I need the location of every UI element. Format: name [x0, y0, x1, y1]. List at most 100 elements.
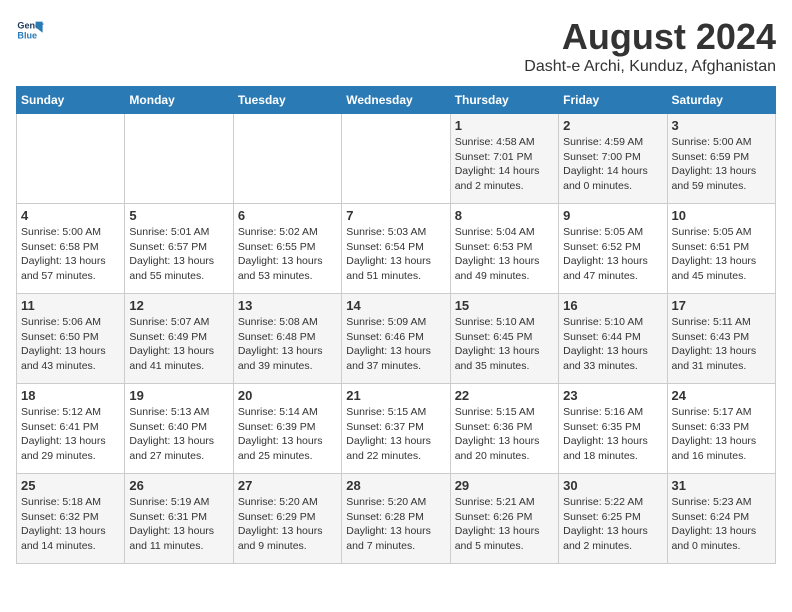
calendar-cell: 28 Sunrise: 5:20 AM Sunset: 6:28 PM Dayli… [342, 474, 450, 564]
day-number: 2 [563, 118, 662, 133]
page-title: August 2024 [524, 16, 776, 58]
day-info: Sunrise: 5:10 AM Sunset: 6:44 PM Dayligh… [563, 315, 662, 374]
day-number: 9 [563, 208, 662, 223]
calendar-cell: 21 Sunrise: 5:15 AM Sunset: 6:37 PM Dayli… [342, 384, 450, 474]
day-info: Sunrise: 5:01 AM Sunset: 6:57 PM Dayligh… [129, 225, 228, 284]
day-number: 18 [21, 388, 120, 403]
day-number: 4 [21, 208, 120, 223]
day-info: Sunrise: 5:08 AM Sunset: 6:48 PM Dayligh… [238, 315, 337, 374]
calendar-cell: 3 Sunrise: 5:00 AM Sunset: 6:59 PM Daylig… [667, 114, 775, 204]
day-number: 15 [455, 298, 554, 313]
day-number: 20 [238, 388, 337, 403]
calendar-cell: 17 Sunrise: 5:11 AM Sunset: 6:43 PM Dayli… [667, 294, 775, 384]
calendar-cell [342, 114, 450, 204]
calendar-header-row: SundayMondayTuesdayWednesdayThursdayFrid… [17, 87, 776, 114]
day-info: Sunrise: 5:20 AM Sunset: 6:28 PM Dayligh… [346, 495, 445, 554]
day-number: 26 [129, 478, 228, 493]
day-number: 28 [346, 478, 445, 493]
day-info: Sunrise: 5:05 AM Sunset: 6:52 PM Dayligh… [563, 225, 662, 284]
day-info: Sunrise: 5:10 AM Sunset: 6:45 PM Dayligh… [455, 315, 554, 374]
calendar-cell: 10 Sunrise: 5:05 AM Sunset: 6:51 PM Dayli… [667, 204, 775, 294]
day-info: Sunrise: 5:00 AM Sunset: 6:59 PM Dayligh… [672, 135, 771, 194]
calendar-cell: 14Sunrise: 5:09 AM Sunset: 6:46 PM Dayli… [342, 294, 450, 384]
day-number: 6 [238, 208, 337, 223]
calendar-cell: 19 Sunrise: 5:13 AM Sunset: 6:40 PM Dayli… [125, 384, 233, 474]
day-number: 5 [129, 208, 228, 223]
day-number: 10 [672, 208, 771, 223]
day-number: 19 [129, 388, 228, 403]
day-number: 24 [672, 388, 771, 403]
day-info: Sunrise: 5:06 AM Sunset: 6:50 PM Dayligh… [21, 315, 120, 374]
day-info: Sunrise: 5:21 AM Sunset: 6:26 PM Dayligh… [455, 495, 554, 554]
day-info: Sunrise: 5:00 AM Sunset: 6:58 PM Dayligh… [21, 225, 120, 284]
calendar-cell: 24 Sunrise: 5:17 AM Sunset: 6:33 PM Dayli… [667, 384, 775, 474]
calendar-week-row: 18Sunrise: 5:12 AM Sunset: 6:41 PM Dayli… [17, 384, 776, 474]
day-number: 31 [672, 478, 771, 493]
day-info: Sunrise: 5:05 AM Sunset: 6:51 PM Dayligh… [672, 225, 771, 284]
day-info: Sunrise: 4:59 AM Sunset: 7:00 PM Dayligh… [563, 135, 662, 194]
logo: General Blue [16, 16, 44, 44]
day-number: 21 [346, 388, 445, 403]
day-info: Sunrise: 5:16 AM Sunset: 6:35 PM Dayligh… [563, 405, 662, 464]
day-number: 16 [563, 298, 662, 313]
calendar-day-header: Saturday [667, 87, 775, 114]
calendar-cell: 22 Sunrise: 5:15 AM Sunset: 6:36 PM Dayli… [450, 384, 558, 474]
day-number: 30 [563, 478, 662, 493]
calendar-day-header: Thursday [450, 87, 558, 114]
day-number: 23 [563, 388, 662, 403]
calendar-cell: 13Sunrise: 5:08 AM Sunset: 6:48 PM Dayli… [233, 294, 341, 384]
day-info: Sunrise: 5:13 AM Sunset: 6:40 PM Dayligh… [129, 405, 228, 464]
day-info: Sunrise: 5:15 AM Sunset: 6:37 PM Dayligh… [346, 405, 445, 464]
calendar-cell: 31 Sunrise: 5:23 AM Sunset: 6:24 PM Dayli… [667, 474, 775, 564]
calendar-cell: 5 Sunrise: 5:01 AM Sunset: 6:57 PM Daylig… [125, 204, 233, 294]
day-info: Sunrise: 5:07 AM Sunset: 6:49 PM Dayligh… [129, 315, 228, 374]
day-number: 8 [455, 208, 554, 223]
calendar-cell: 29 Sunrise: 5:21 AM Sunset: 6:26 PM Dayli… [450, 474, 558, 564]
day-info: Sunrise: 5:11 AM Sunset: 6:43 PM Dayligh… [672, 315, 771, 374]
calendar-cell: 23 Sunrise: 5:16 AM Sunset: 6:35 PM Dayli… [559, 384, 667, 474]
calendar-cell: 6Sunrise: 5:02 AM Sunset: 6:55 PM Daylig… [233, 204, 341, 294]
calendar-body: 1Sunrise: 4:58 AM Sunset: 7:01 PM Daylig… [17, 114, 776, 564]
calendar-cell: 7 Sunrise: 5:03 AM Sunset: 6:54 PM Daylig… [342, 204, 450, 294]
calendar-cell: 26 Sunrise: 5:19 AM Sunset: 6:31 PM Dayli… [125, 474, 233, 564]
logo-icon: General Blue [16, 16, 44, 44]
day-info: Sunrise: 5:03 AM Sunset: 6:54 PM Dayligh… [346, 225, 445, 284]
day-info: Sunrise: 5:23 AM Sunset: 6:24 PM Dayligh… [672, 495, 771, 554]
calendar-week-row: 25Sunrise: 5:18 AM Sunset: 6:32 PM Dayli… [17, 474, 776, 564]
calendar-cell: 27 Sunrise: 5:20 AM Sunset: 6:29 PM Dayli… [233, 474, 341, 564]
calendar-cell: 2 Sunrise: 4:59 AM Sunset: 7:00 PM Daylig… [559, 114, 667, 204]
calendar-day-header: Monday [125, 87, 233, 114]
day-number: 22 [455, 388, 554, 403]
day-info: Sunrise: 5:17 AM Sunset: 6:33 PM Dayligh… [672, 405, 771, 464]
day-info: Sunrise: 5:19 AM Sunset: 6:31 PM Dayligh… [129, 495, 228, 554]
day-number: 27 [238, 478, 337, 493]
page-header: General Blue August 2024 Dasht-e Archi, … [16, 16, 776, 76]
day-info: Sunrise: 5:20 AM Sunset: 6:29 PM Dayligh… [238, 495, 337, 554]
day-info: Sunrise: 5:18 AM Sunset: 6:32 PM Dayligh… [21, 495, 120, 554]
day-info: Sunrise: 5:04 AM Sunset: 6:53 PM Dayligh… [455, 225, 554, 284]
calendar-cell: 9 Sunrise: 5:05 AM Sunset: 6:52 PM Daylig… [559, 204, 667, 294]
calendar-cell: 30Sunrise: 5:22 AM Sunset: 6:25 PM Dayli… [559, 474, 667, 564]
calendar-cell: 12 Sunrise: 5:07 AM Sunset: 6:49 PM Dayli… [125, 294, 233, 384]
calendar-cell: 4 Sunrise: 5:00 AM Sunset: 6:58 PM Daylig… [17, 204, 125, 294]
calendar-day-header: Tuesday [233, 87, 341, 114]
calendar-day-header: Friday [559, 87, 667, 114]
day-number: 1 [455, 118, 554, 133]
calendar-cell: 11Sunrise: 5:06 AM Sunset: 6:50 PM Dayli… [17, 294, 125, 384]
day-number: 29 [455, 478, 554, 493]
day-number: 3 [672, 118, 771, 133]
calendar-week-row: 11Sunrise: 5:06 AM Sunset: 6:50 PM Dayli… [17, 294, 776, 384]
calendar-cell: 16 Sunrise: 5:10 AM Sunset: 6:44 PM Dayli… [559, 294, 667, 384]
day-info: Sunrise: 5:15 AM Sunset: 6:36 PM Dayligh… [455, 405, 554, 464]
day-number: 12 [129, 298, 228, 313]
calendar-cell: 1Sunrise: 4:58 AM Sunset: 7:01 PM Daylig… [450, 114, 558, 204]
day-info: Sunrise: 5:09 AM Sunset: 6:46 PM Dayligh… [346, 315, 445, 374]
calendar-cell: 18Sunrise: 5:12 AM Sunset: 6:41 PM Dayli… [17, 384, 125, 474]
day-number: 17 [672, 298, 771, 313]
title-area: August 2024 Dasht-e Archi, Kunduz, Afgha… [524, 16, 776, 76]
svg-text:Blue: Blue [17, 30, 37, 40]
calendar-cell: 8 Sunrise: 5:04 AM Sunset: 6:53 PM Daylig… [450, 204, 558, 294]
calendar-week-row: 4 Sunrise: 5:00 AM Sunset: 6:58 PM Daylig… [17, 204, 776, 294]
day-number: 7 [346, 208, 445, 223]
day-info: Sunrise: 5:14 AM Sunset: 6:39 PM Dayligh… [238, 405, 337, 464]
